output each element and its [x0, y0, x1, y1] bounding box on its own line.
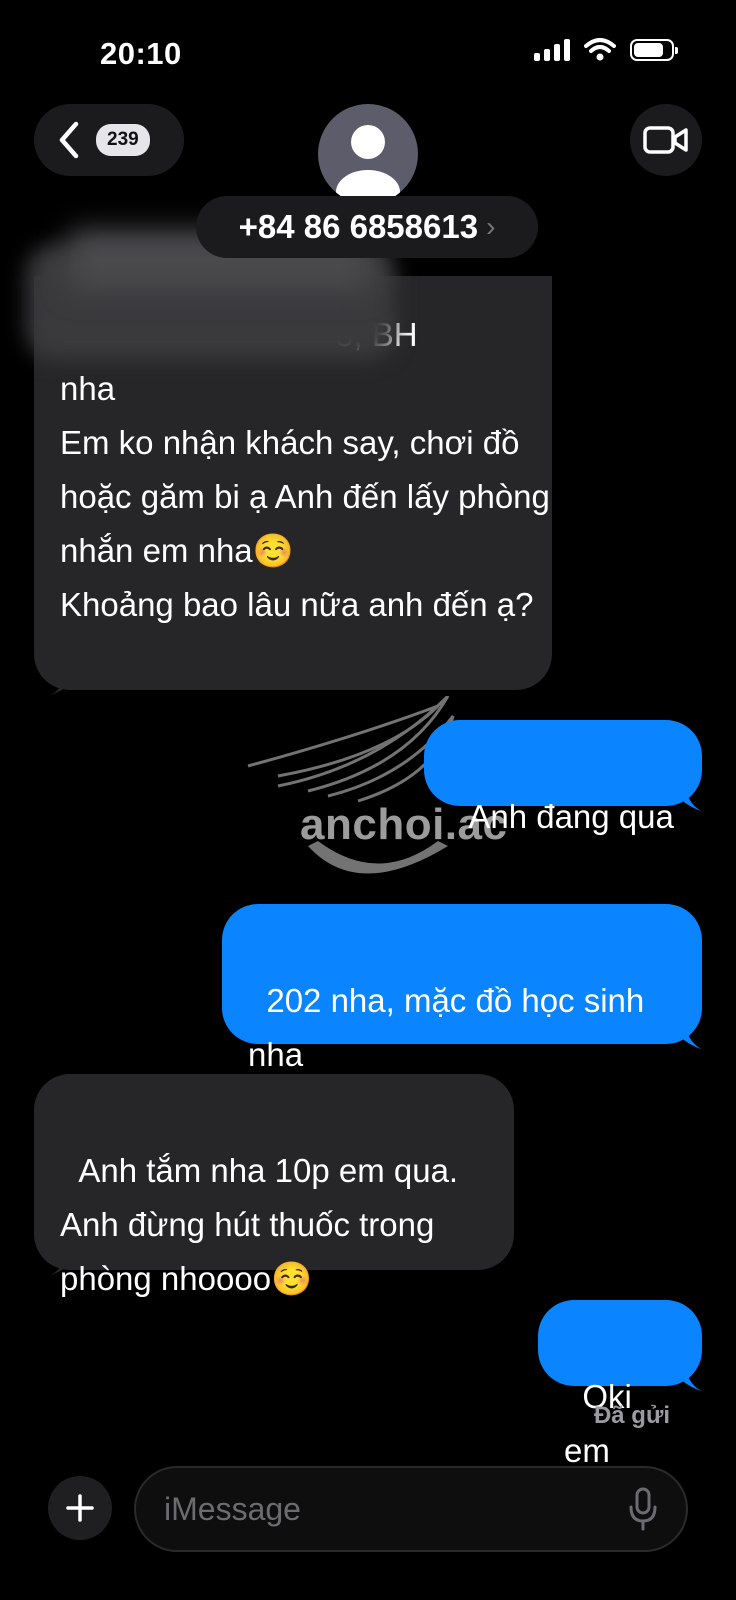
plus-icon: [66, 1494, 94, 1522]
incoming-message-bubble[interactable]: Anh tắm nha 10p em qua. Anh đừng hút thu…: [34, 1074, 514, 1297]
message-text: Anh tắm nha 10p em qua. Anh đừng hút thu…: [60, 1152, 459, 1297]
imessage-input[interactable]: [162, 1489, 628, 1529]
person-avatar-icon: [336, 125, 400, 204]
microphone-icon[interactable]: [628, 1487, 658, 1531]
facetime-video-button[interactable]: [630, 104, 702, 176]
battery-icon: [630, 39, 678, 61]
message-composer[interactable]: [134, 1466, 688, 1552]
apps-plus-button[interactable]: [48, 1476, 112, 1540]
contact-avatar[interactable]: [318, 104, 418, 204]
bubble-tail: [668, 782, 704, 812]
outgoing-message-bubble[interactable]: Anh đang qua: [424, 720, 702, 835]
wifi-icon: [584, 38, 616, 61]
signal-icon: [534, 39, 570, 61]
bubble-tail: [48, 666, 84, 696]
video-camera-icon: [643, 126, 688, 154]
delivery-status: Đã gửi: [593, 1402, 670, 1429]
bubble-tail: [48, 1246, 84, 1276]
unread-badge: 239: [96, 124, 150, 156]
message-text: Anh đang qua: [468, 798, 674, 835]
contact-name: +84 86 6858613: [238, 208, 479, 245]
status-bar: 20:10: [0, 0, 736, 100]
contact-chevron-icon: ›: [486, 211, 496, 242]
bubble-tail: [668, 1020, 704, 1050]
status-icons: [534, 38, 678, 62]
status-time: 20:10: [100, 36, 182, 71]
back-button[interactable]: 239: [34, 104, 184, 176]
contact-name-button[interactable]: +84 86 6858613 ›: [196, 196, 538, 258]
back-chevron-icon: [59, 121, 79, 159]
outgoing-message-bubble[interactable]: 202 nha, mặc đồ học sinh nha: [222, 904, 702, 1073]
message-text: 202 nha, mặc đồ học sinh nha: [248, 982, 654, 1073]
bubble-tail: [668, 1362, 704, 1392]
